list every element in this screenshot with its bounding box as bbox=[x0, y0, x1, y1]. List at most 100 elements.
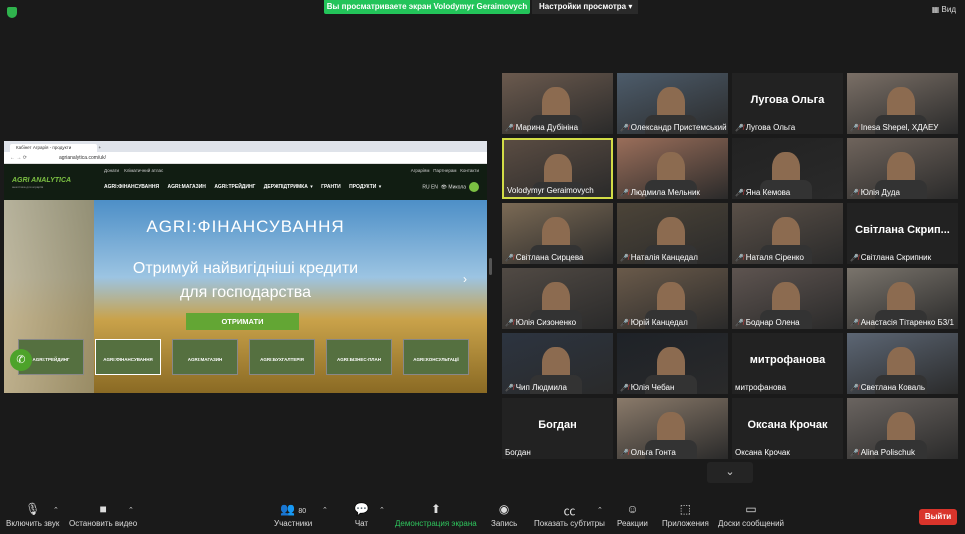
shield-icon[interactable] bbox=[7, 7, 17, 18]
muted-mic-icon: 🎤̸ bbox=[505, 385, 514, 392]
participant-name: Боднар Олена bbox=[745, 318, 800, 327]
muted-mic-icon: 🎤̸ bbox=[620, 450, 629, 457]
stop-video-button[interactable]: ■ Остановить видео bbox=[69, 502, 137, 528]
url-text[interactable]: agrianalytica.com/uk/ bbox=[59, 155, 106, 161]
nav-item[interactable]: ГРАНТИ bbox=[321, 184, 341, 190]
browser-address-bar: ← → ⟳ agrianalytica.com/uk/ bbox=[4, 152, 487, 164]
muted-mic-icon: 🎤̸ bbox=[620, 385, 629, 392]
muted-mic-icon: 🎤̸ bbox=[505, 125, 514, 132]
participant-name-label: 🎤̸ Юрій Канцедал bbox=[620, 318, 688, 327]
language-switch[interactable]: RU EN 👁 Микола bbox=[422, 182, 479, 192]
chevron-right-icon[interactable]: › bbox=[463, 272, 467, 286]
view-button-label: Вид bbox=[941, 5, 956, 14]
whiteboard-icon: ▭ bbox=[745, 502, 757, 516]
chevron-up-icon[interactable]: ⌃ bbox=[379, 506, 385, 514]
participant-tile[interactable]: 🎤̸ Юрій Канцедал bbox=[617, 268, 728, 329]
product-card[interactable]: AGRI:ФІНАНСУВАННЯ bbox=[95, 339, 161, 375]
product-card[interactable]: AGRI:КОНСУЛЬТАЦІЇ bbox=[403, 339, 469, 375]
participant-tile[interactable]: Богдан Богдан bbox=[502, 398, 613, 459]
browser-tab[interactable]: Кабінет Аграрія - продукти bbox=[10, 144, 98, 152]
participant-tile[interactable]: 🎤̸ Наталя Сіренко bbox=[732, 203, 843, 264]
leave-button[interactable]: Выйти bbox=[919, 509, 957, 525]
participant-tile[interactable]: Лугова Ольга 🎤̸ Лугова Ольга bbox=[732, 73, 843, 134]
user-name[interactable]: Микола bbox=[448, 184, 466, 190]
phone-icon[interactable]: ✆ bbox=[10, 349, 32, 371]
participant-name-label: 🎤̸ Юлія Дуда bbox=[850, 188, 900, 197]
record-button[interactable]: ◉ Запись bbox=[491, 502, 517, 528]
browser-nav-icons[interactable]: ← → ⟳ bbox=[10, 152, 27, 164]
site-main-nav: AGRI:ФІНАНСУВАННЯ AGRI:МАГАЗИН AGRI:ТРЕЙ… bbox=[104, 184, 387, 190]
participant-name: Юлія Чебан bbox=[630, 383, 675, 392]
nav-item[interactable]: AGRI:ФІНАНСУВАННЯ bbox=[104, 184, 159, 190]
top-link[interactable]: Партнерам bbox=[433, 168, 456, 173]
participant-tile[interactable]: 🎤̸ Юлія Чебан bbox=[617, 333, 728, 394]
participant-tile[interactable]: 🎤̸ Inesa Shepel, ХДАЕУ bbox=[847, 73, 958, 134]
participants-button[interactable]: 👥 80 Участники bbox=[274, 502, 312, 528]
lang-text[interactable]: RU EN bbox=[422, 184, 438, 190]
whiteboards-button[interactable]: ▭ Доски сообщений bbox=[718, 502, 784, 528]
participant-tile[interactable]: митрофанова митрофанова bbox=[732, 333, 843, 394]
split-divider[interactable] bbox=[489, 258, 492, 275]
user-avatar[interactable] bbox=[469, 182, 479, 192]
shared-screen[interactable]: Кабінет Аграрія - продукти + ← → ⟳ agria… bbox=[4, 141, 487, 393]
chevron-up-icon[interactable]: ⌃ bbox=[322, 506, 328, 514]
hero-title: AGRI:ФІНАНСУВАННЯ bbox=[146, 217, 345, 236]
participant-name: Светлана Коваль bbox=[860, 383, 926, 392]
nav-item[interactable]: AGRI:МАГАЗИН bbox=[168, 184, 206, 190]
new-tab-icon[interactable]: + bbox=[99, 145, 102, 150]
participant-name-label: 🎤̸ Боднар Олена bbox=[735, 318, 800, 327]
chevron-up-icon[interactable]: ⌃ bbox=[128, 506, 134, 514]
chat-button[interactable]: 💬 Чат bbox=[354, 502, 369, 528]
participant-tile[interactable]: 🎤̸ Alina Polischuk bbox=[847, 398, 958, 459]
captions-button[interactable]: ㏄ Показать субтитры bbox=[534, 502, 605, 528]
participant-name: Чип Людмила bbox=[515, 383, 567, 392]
muted-mic-icon: 🎤̸ bbox=[735, 125, 744, 132]
participant-tile[interactable]: Volodymyr Geraimovych bbox=[502, 138, 613, 199]
participant-display-name: Світлана Скрип... bbox=[855, 224, 950, 236]
top-link[interactable]: Аграріям bbox=[411, 168, 430, 173]
get-button[interactable]: ОТРИМАТИ bbox=[186, 313, 299, 330]
top-link[interactable]: Кліматичний атлас bbox=[124, 168, 163, 173]
reactions-button[interactable]: ☺ Реакции bbox=[617, 502, 648, 528]
participant-tile[interactable]: 🎤̸ Ольга Гонта bbox=[617, 398, 728, 459]
reactions-label: Реакции bbox=[617, 519, 648, 528]
top-link[interactable]: Донати bbox=[104, 168, 119, 173]
unmute-button[interactable]: 🎙 Включить звук bbox=[6, 502, 59, 528]
site-logo[interactable]: AGRI ANALYTICA аналітика для аграріїв bbox=[12, 177, 71, 191]
nav-item[interactable]: ПРОДУКТИ ▾ bbox=[349, 184, 381, 190]
participant-tile[interactable]: Світлана Скрип... 🎤̸ Світлана Скрипник bbox=[847, 203, 958, 264]
top-link[interactable]: Контакти bbox=[460, 168, 479, 173]
muted-mic-icon: 🎤̸ bbox=[850, 320, 859, 327]
share-screen-button[interactable]: ⬆ Демонстрация экрана bbox=[395, 502, 477, 528]
participant-tile[interactable]: 🎤̸ Светлана Коваль bbox=[847, 333, 958, 394]
product-card[interactable]: AGRI:БУХГАЛТЕРІЯ bbox=[249, 339, 315, 375]
muted-mic-icon: 🎤̸ bbox=[850, 385, 859, 392]
participant-tile[interactable]: 🎤̸ Юлія Дуда bbox=[847, 138, 958, 199]
participant-tile[interactable]: 🎤̸ Яна Кемова bbox=[732, 138, 843, 199]
participant-tile[interactable]: 🎤̸ Світлана Сирцева bbox=[502, 203, 613, 264]
nav-item[interactable]: AGRI:ТРЕЙДИНГ bbox=[214, 184, 255, 190]
participant-tile[interactable]: 🎤̸ Наталія Канцедал bbox=[617, 203, 728, 264]
participant-tile[interactable]: 🎤̸ Чип Людмила bbox=[502, 333, 613, 394]
chevron-down-icon[interactable]: ⌄ bbox=[707, 462, 753, 483]
participant-tile[interactable]: Оксана Крочак Оксана Крочак bbox=[732, 398, 843, 459]
product-card[interactable]: AGRI:МАГАЗИН bbox=[172, 339, 238, 375]
participant-name: Світлана Сирцева bbox=[515, 253, 584, 262]
view-options-button[interactable]: Настройки просмотра ▾ bbox=[532, 0, 638, 14]
participant-tile[interactable]: 🎤̸ Людмила Мельник bbox=[617, 138, 728, 199]
participant-name-label: 🎤̸ Яна Кемова bbox=[735, 188, 790, 197]
site-logo-sub: аналітика для аграріїв bbox=[12, 185, 44, 189]
nav-item[interactable]: ДЕРЖПІДТРИМКА ▾ bbox=[264, 184, 313, 190]
chevron-up-icon[interactable]: ⌃ bbox=[597, 506, 603, 514]
apps-button[interactable]: ⬚ Приложения bbox=[662, 502, 709, 528]
view-button[interactable]: ▦ Вид bbox=[932, 5, 956, 14]
product-card[interactable]: AGRI:БІЗНЕС-ПЛАН bbox=[326, 339, 392, 375]
chat-icon: 💬 bbox=[354, 502, 369, 516]
participant-tile[interactable]: 🎤̸ Боднар Олена bbox=[732, 268, 843, 329]
participant-name-label: 🎤̸ Наталя Сіренко bbox=[735, 253, 804, 262]
participant-tile[interactable]: 🎤̸ Анастасія Тітаренко Б3/1 bbox=[847, 268, 958, 329]
participant-tile[interactable]: 🎤̸ Олександр Пристемський bbox=[617, 73, 728, 134]
participant-tile[interactable]: 🎤̸ Юлія Сизоненко bbox=[502, 268, 613, 329]
participant-tile[interactable]: 🎤̸ Марина Дубініна bbox=[502, 73, 613, 134]
chevron-up-icon[interactable]: ⌃ bbox=[53, 506, 59, 514]
